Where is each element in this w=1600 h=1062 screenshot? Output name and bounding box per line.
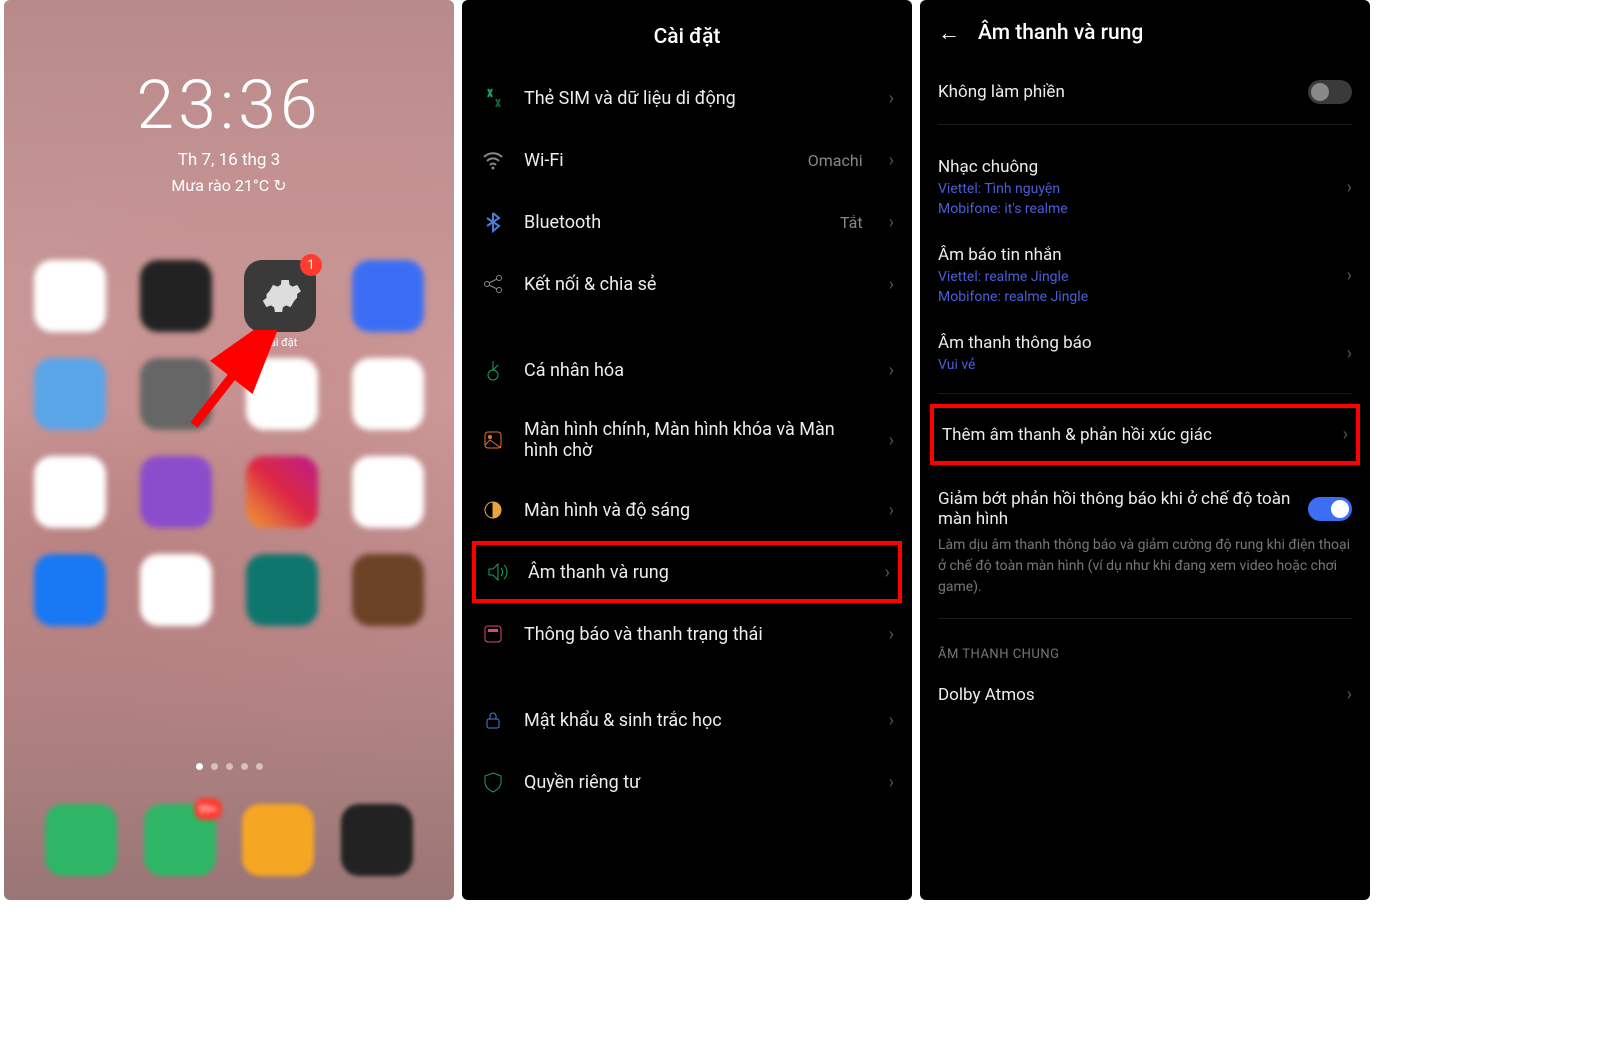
- clock-date: Th 7, 16 thg 3: [4, 150, 454, 170]
- chevron-right-icon: ›: [889, 624, 894, 645]
- chevron-right-icon: ›: [889, 360, 894, 381]
- contacts-app[interactable]: [242, 804, 314, 876]
- wifi-icon: [480, 147, 506, 173]
- camera-app[interactable]: [341, 804, 413, 876]
- settings-item-wifi[interactable]: Wi-Fi Omachi ›: [480, 129, 894, 191]
- page-title: Âm thanh và rung: [978, 21, 1143, 45]
- settings-item-notifications[interactable]: Thông báo và thanh trạng thái ›: [480, 603, 894, 665]
- clock-time: 23:36: [4, 65, 454, 145]
- sound-settings-screen: ← Âm thanh và rung Không làm phiền Nhạc …: [920, 0, 1370, 900]
- settings-item-sound[interactable]: Âm thanh và rung ›: [472, 541, 902, 603]
- settings-item-display[interactable]: Màn hình và độ sáng ›: [480, 479, 894, 541]
- chevron-right-icon: ›: [1347, 177, 1352, 198]
- home-screen: 23:36 Th 7, 16 thg 3 Mưa rào 21°C↻: [4, 0, 454, 900]
- app-grid: [4, 260, 454, 652]
- sim-icon: [480, 85, 506, 111]
- settings-item-share[interactable]: Kết nối & chia sẻ ›: [480, 253, 894, 315]
- settings-item-personalize[interactable]: Cá nhân hóa ›: [480, 339, 894, 401]
- clock-widget[interactable]: 23:36 Th 7, 16 thg 3 Mưa rào 21°C↻: [4, 0, 454, 195]
- settings-screen: Cài đặt Thẻ SIM và dữ liệu di động › Wi-…: [462, 0, 912, 900]
- brightness-icon: [480, 497, 506, 523]
- chevron-right-icon: ›: [1347, 265, 1352, 286]
- bluetooth-icon: [480, 209, 506, 235]
- dock: 99+: [4, 804, 454, 876]
- chevron-right-icon: ›: [885, 562, 890, 583]
- settings-item-screens[interactable]: Màn hình chính, Màn hình khóa và Màn hìn…: [480, 401, 894, 479]
- screens-icon: [480, 427, 506, 453]
- chevron-right-icon: ›: [889, 212, 894, 233]
- settings-item-dnd[interactable]: Không làm phiền: [920, 66, 1370, 118]
- gear-icon: [258, 274, 302, 318]
- settings-item-reduce-feedback[interactable]: Giảm bớt phản hồi thông báo khi ở chế độ…: [920, 475, 1370, 612]
- settings-item-ringtone[interactable]: Nhạc chuông Viettel: Tình nguyện Mobifon…: [920, 143, 1370, 231]
- lock-icon: [480, 707, 506, 733]
- settings-item-sim[interactable]: Thẻ SIM và dữ liệu di động ›: [480, 67, 894, 129]
- settings-item-notiftone[interactable]: Âm thanh thông báo Vui vẻ ›: [920, 319, 1370, 387]
- clock-weather: Mưa rào 21°C↻: [4, 176, 454, 195]
- settings-item-msgtone[interactable]: Âm báo tin nhắn Viettel: realme Jingle M…: [920, 231, 1370, 319]
- badge: 1: [300, 254, 322, 276]
- settings-item-dolby[interactable]: Dolby Atmos ›: [920, 670, 1370, 719]
- shield-icon: [480, 769, 506, 795]
- messages-app[interactable]: 99+: [144, 804, 216, 876]
- toggle-reduce[interactable]: [1308, 497, 1352, 521]
- chevron-right-icon: ›: [889, 500, 894, 521]
- settings-item-privacy[interactable]: Quyền riêng tư ›: [480, 751, 894, 813]
- page-indicator: [4, 763, 454, 770]
- chevron-right-icon: ›: [889, 430, 894, 451]
- page-title: Cài đặt: [462, 0, 912, 67]
- share-icon: [480, 271, 506, 297]
- chevron-right-icon: ›: [889, 772, 894, 793]
- refresh-icon: ↻: [273, 176, 286, 195]
- notification-icon: [480, 621, 506, 647]
- chevron-right-icon: ›: [889, 274, 894, 295]
- chevron-right-icon: ›: [1347, 343, 1352, 364]
- settings-item-bluetooth[interactable]: Bluetooth Tắt ›: [480, 191, 894, 253]
- chevron-right-icon: ›: [1343, 424, 1348, 445]
- chevron-right-icon: ›: [889, 710, 894, 731]
- tutorial-arrow: [179, 330, 279, 440]
- settings-item-more-sounds[interactable]: Thêm âm thanh & phản hồi xúc giác ›: [930, 404, 1360, 465]
- settings-item-security[interactable]: Mật khẩu & sinh trắc học ›: [480, 689, 894, 751]
- chevron-right-icon: ›: [889, 88, 894, 109]
- back-button[interactable]: ←: [938, 20, 960, 46]
- chevron-right-icon: ›: [1347, 684, 1352, 705]
- sound-icon: [484, 559, 510, 585]
- chevron-right-icon: ›: [889, 150, 894, 171]
- toggle-dnd[interactable]: [1308, 80, 1352, 104]
- personalize-icon: [480, 357, 506, 383]
- phone-app[interactable]: [45, 804, 117, 876]
- section-header: ÂM THANH CHUNG: [920, 625, 1370, 670]
